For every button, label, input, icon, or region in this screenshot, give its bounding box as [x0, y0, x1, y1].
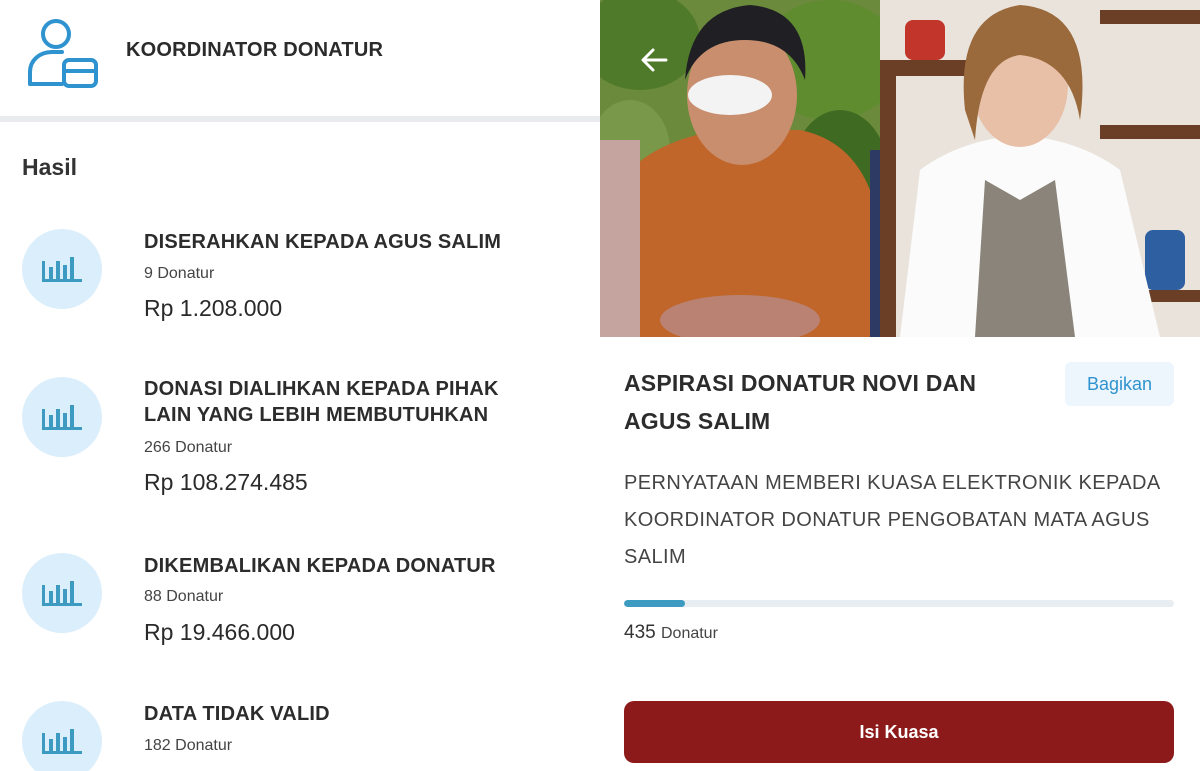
- fill-authorization-button[interactable]: Isi Kuasa: [624, 701, 1174, 763]
- bar-chart-icon: [22, 701, 102, 771]
- coordinator-header[interactable]: KOORDINATOR DONATUR: [0, 0, 600, 116]
- results-panel: KOORDINATOR DONATUR Hasil DISERAHKAN KEP…: [0, 0, 600, 771]
- campaign-photo: [600, 0, 1200, 337]
- result-amount: Rp 1.208.000: [144, 295, 283, 321]
- results-heading: Hasil: [22, 154, 77, 180]
- result-title: DATA TIDAK VALID: [144, 703, 330, 725]
- result-title: DIKEMBALIKAN KEPADA DONATUR: [144, 555, 496, 577]
- user-card-icon: [28, 19, 98, 88]
- result-title: DONASI DIALIHKAN KEPADA PIHAK LAIN YANG …: [144, 378, 499, 426]
- back-arrow-icon[interactable]: [636, 42, 672, 78]
- result-amount: Rp 19.466.000: [144, 619, 295, 645]
- section-divider: [0, 116, 600, 122]
- coordinator-title: KOORDINATOR DONATUR: [126, 39, 384, 61]
- donor-count-unit: Donatur: [660, 625, 718, 642]
- bar-chart-icon: [22, 553, 102, 633]
- result-donor-count: 9 Donatur: [144, 265, 215, 282]
- progress-bar: [624, 600, 1174, 607]
- result-amount: Rp 108.274.485: [144, 469, 308, 495]
- result-donor-count: 182 Donatur: [144, 737, 233, 754]
- bar-chart-icon: [22, 229, 102, 309]
- campaign-title: ASPIRASI DONATUR NOVI DAN AGUS SALIM: [624, 370, 977, 434]
- bar-chart-icon: [22, 377, 102, 457]
- result-donor-count: 266 Donatur: [144, 439, 233, 456]
- donor-count: 435 Donatur: [624, 622, 718, 644]
- campaign-description: PERNYATAAN MEMBERI KUASA ELEKTRONIK KEPA…: [624, 472, 1160, 568]
- result-title: DISERAHKAN KEPADA AGUS SALIM: [144, 231, 502, 253]
- campaign-panel: ASPIRASI DONATUR NOVI DAN AGUS SALIM Bag…: [600, 0, 1200, 771]
- share-button[interactable]: Bagikan: [1065, 362, 1174, 406]
- donor-count-value: 435: [624, 622, 656, 643]
- progress-fill: [624, 600, 685, 607]
- result-donor-count: 88 Donatur: [144, 588, 224, 605]
